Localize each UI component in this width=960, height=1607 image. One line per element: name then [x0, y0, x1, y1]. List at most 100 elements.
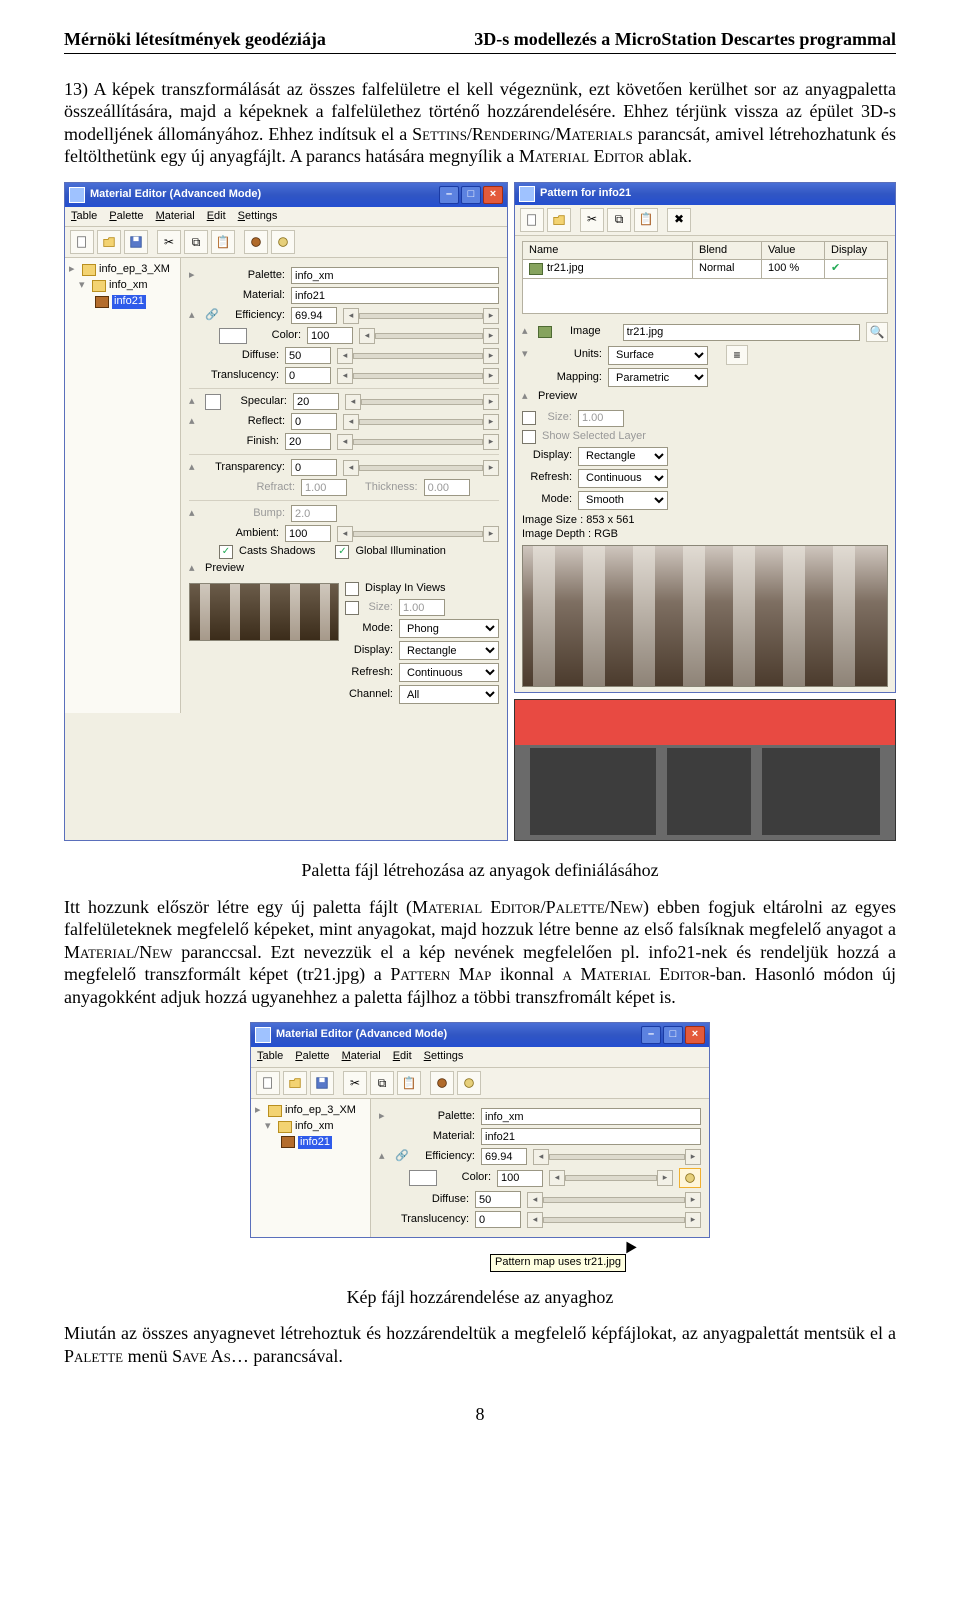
3d-viewport[interactable]: [514, 699, 896, 841]
color-input[interactable]: [497, 1170, 543, 1187]
diffuse-input[interactable]: [475, 1191, 521, 1208]
units-select[interactable]: Surface: [608, 346, 708, 365]
browse-icon[interactable]: 🔍: [866, 322, 888, 342]
minimize-button[interactable]: –: [439, 186, 459, 204]
close-button[interactable]: ×: [685, 1026, 705, 1044]
titlebar[interactable]: Material Editor (Advanced Mode) – □ ×: [251, 1023, 709, 1047]
copy-icon[interactable]: ⧉: [370, 1071, 394, 1095]
col-display[interactable]: Display: [825, 242, 887, 260]
refresh-select[interactable]: Continuous: [399, 663, 499, 682]
diffuse-slider[interactable]: ◂▸: [527, 1193, 701, 1207]
color-slider[interactable]: ◂▸: [359, 329, 499, 343]
tree-material[interactable]: info21: [255, 1135, 366, 1151]
color-slider[interactable]: ◂▸: [549, 1171, 673, 1185]
palette-tree[interactable]: ▸info_ep_3_XM ▾info_xm info21: [65, 258, 181, 713]
menu-edit[interactable]: Edit: [207, 210, 226, 224]
p-display-select[interactable]: Rectangle: [578, 447, 668, 466]
show-layer-checkbox[interactable]: [522, 430, 536, 444]
translucency-slider[interactable]: ◂▸: [527, 1213, 701, 1227]
tree-root[interactable]: ▸info_ep_3_XM: [255, 1103, 366, 1119]
p-mode-select[interactable]: Smooth: [578, 491, 668, 510]
p-refresh-select[interactable]: Continuous: [578, 469, 668, 488]
col-value[interactable]: Value: [762, 242, 825, 260]
efficiency-input[interactable]: [291, 307, 337, 324]
copy-icon[interactable]: ⧉: [184, 230, 208, 254]
specular-input[interactable]: [293, 393, 339, 410]
tree-material[interactable]: info21: [69, 294, 176, 310]
ambient-slider[interactable]: ◂▸: [337, 527, 499, 541]
efficiency-slider[interactable]: ◂▸: [343, 309, 499, 323]
size-checkbox[interactable]: [345, 601, 359, 615]
mat-icon-b[interactable]: [271, 230, 295, 254]
menu-settings[interactable]: Settings: [238, 210, 278, 224]
mat-icon-a[interactable]: [430, 1071, 454, 1095]
specular-swatch[interactable]: [205, 394, 221, 410]
new-button[interactable]: [520, 208, 544, 232]
color-swatch[interactable]: [219, 328, 247, 344]
menu-table[interactable]: Table: [71, 210, 97, 224]
layer-row[interactable]: tr21.jpg Normal 100 % ✔: [522, 260, 888, 279]
menu-palette[interactable]: Palette: [295, 1050, 329, 1064]
diffuse-input[interactable]: [285, 347, 331, 364]
efficiency-input[interactable]: [481, 1148, 527, 1165]
palette-input[interactable]: [481, 1108, 701, 1125]
close-button[interactable]: ×: [483, 186, 503, 204]
translucency-input[interactable]: [285, 367, 331, 384]
pattern-map-icon[interactable]: [679, 1168, 701, 1188]
cut-icon[interactable]: ✂: [157, 230, 181, 254]
minimize-button[interactable]: –: [641, 1026, 661, 1044]
global-illum-checkbox[interactable]: ✓: [335, 545, 349, 559]
menu-material[interactable]: Material: [156, 210, 195, 224]
material-input[interactable]: [481, 1128, 701, 1145]
tree-palette[interactable]: ▾info_xm: [69, 278, 176, 294]
save-button[interactable]: [310, 1071, 334, 1095]
cut-icon[interactable]: ✂: [580, 208, 604, 232]
tree-root[interactable]: ▸info_ep_3_XM: [69, 262, 176, 278]
paste-icon[interactable]: 📋: [634, 208, 658, 232]
menu-settings[interactable]: Settings: [424, 1050, 464, 1064]
palette-tree[interactable]: ▸info_ep_3_XM ▾info_xm info21: [251, 1099, 371, 1237]
open-button[interactable]: [283, 1071, 307, 1095]
col-blend[interactable]: Blend: [693, 242, 762, 260]
size-checkbox[interactable]: [522, 411, 536, 425]
mode-select[interactable]: Phong: [399, 619, 499, 638]
casts-shadows-checkbox[interactable]: ✓: [219, 545, 233, 559]
menu-table[interactable]: Table: [257, 1050, 283, 1064]
palette-input[interactable]: [291, 267, 499, 284]
display-in-views-checkbox[interactable]: [345, 582, 359, 596]
titlebar[interactable]: Material Editor (Advanced Mode) – □ ×: [65, 183, 507, 207]
menu-edit[interactable]: Edit: [393, 1050, 412, 1064]
menu-material[interactable]: Material: [342, 1050, 381, 1064]
ambient-input[interactable]: [285, 525, 331, 542]
image-input[interactable]: [623, 324, 860, 341]
open-button[interactable]: [97, 230, 121, 254]
channel-select[interactable]: All: [399, 685, 499, 704]
new-button[interactable]: [256, 1071, 280, 1095]
translucency-slider[interactable]: ◂▸: [337, 369, 499, 383]
menu-palette[interactable]: Palette: [109, 210, 143, 224]
material-input[interactable]: [291, 287, 499, 304]
copy-icon[interactable]: ⧉: [607, 208, 631, 232]
color-swatch[interactable]: [409, 1170, 437, 1186]
tree-palette[interactable]: ▾info_xm: [255, 1119, 366, 1135]
mat-icon-b[interactable]: [457, 1071, 481, 1095]
paste-icon[interactable]: 📋: [211, 230, 235, 254]
specular-slider[interactable]: ◂▸: [345, 395, 499, 409]
cut-icon[interactable]: ✂: [343, 1071, 367, 1095]
diffuse-slider[interactable]: ◂▸: [337, 349, 499, 363]
save-button[interactable]: [124, 230, 148, 254]
paste-icon[interactable]: 📋: [397, 1071, 421, 1095]
reflect-slider[interactable]: ◂▸: [343, 415, 499, 429]
mat-icon-a[interactable]: [244, 230, 268, 254]
titlebar[interactable]: Pattern for info21: [515, 183, 895, 205]
display-select[interactable]: Rectangle: [399, 641, 499, 660]
maximize-button[interactable]: □: [461, 186, 481, 204]
efficiency-slider[interactable]: ◂▸: [533, 1150, 701, 1164]
reflect-input[interactable]: [291, 413, 337, 430]
finish-slider[interactable]: ◂▸: [337, 435, 499, 449]
transparency-input[interactable]: [291, 459, 337, 476]
color-input[interactable]: [307, 327, 353, 344]
units-icon[interactable]: ≡: [726, 345, 748, 365]
transparency-slider[interactable]: ◂▸: [343, 461, 499, 475]
mapping-select[interactable]: Parametric: [608, 368, 708, 387]
